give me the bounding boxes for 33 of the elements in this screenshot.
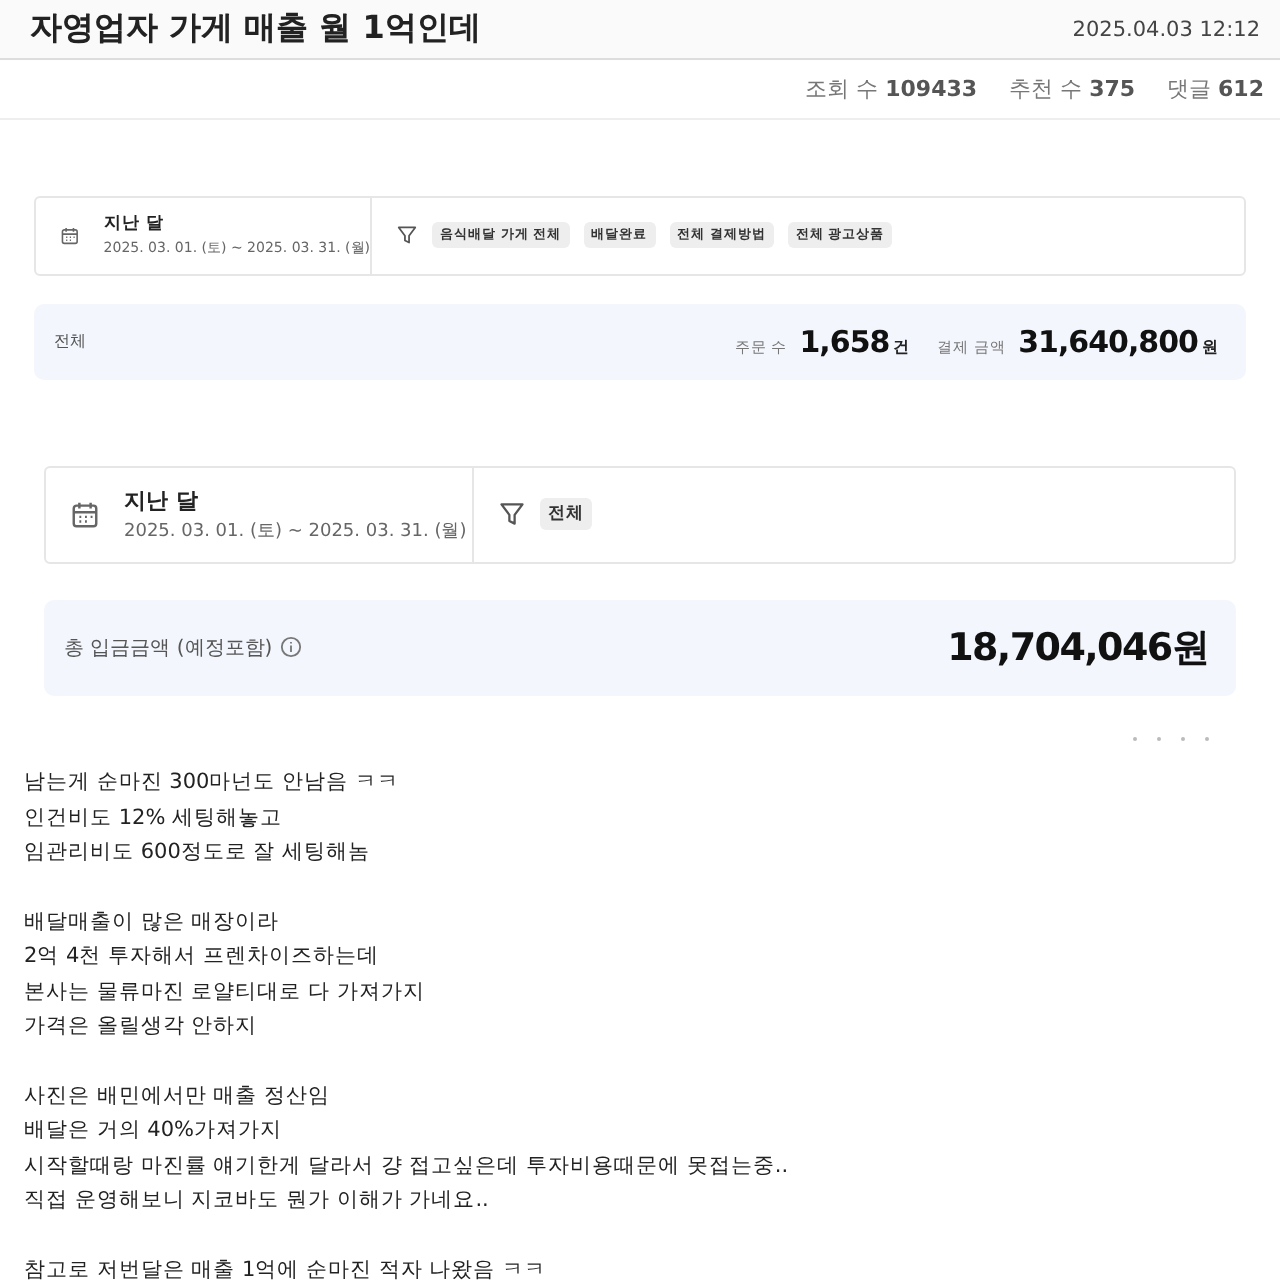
post-title: 자영업자 가게 매출 월 1억인데 bbox=[30, 8, 481, 51]
info-icon[interactable] bbox=[280, 636, 303, 659]
filter-chip[interactable]: 전체 bbox=[540, 498, 592, 531]
post-text-line: 임관리비도 600정도로 잘 세팅해놈 bbox=[24, 838, 373, 868]
filter-icon[interactable] bbox=[498, 500, 526, 529]
post-text-line: 남는게 순마진 300마넌도 안남음 ㅋㅋ bbox=[24, 768, 401, 798]
metric-value: 1,658 bbox=[799, 323, 890, 360]
post-stat: 추천 수 375 bbox=[1009, 74, 1136, 105]
metric-value: 31,640,800 bbox=[1018, 323, 1198, 360]
total-amount: 18,704,046원 bbox=[947, 623, 1208, 674]
post-text-line: 배달매출이 많은 매장이라 bbox=[24, 907, 282, 937]
post-text-line: 2억 4천 투자해서 프렌차이즈하는데 bbox=[24, 942, 381, 972]
period-label: 지난 달 bbox=[103, 212, 166, 237]
post-text-line: 인건비도 12% 세팅해놓고 bbox=[24, 803, 285, 833]
metric-unit: 건 bbox=[893, 335, 910, 358]
summary-label: 전체 bbox=[54, 330, 86, 353]
date-range: 2025. 03. 01. (토) ~ 2025. 03. 31. (월) bbox=[124, 519, 467, 544]
post-text-line: 본사는 물류마진 로얄티대로 다 가져가지 bbox=[24, 977, 427, 1007]
post-text-line: 배달은 거의 40%가져가지 bbox=[24, 1116, 285, 1146]
post-stat: 댓글 612 bbox=[1167, 74, 1264, 105]
calendar-icon bbox=[60, 223, 80, 248]
metric-unit: 원 bbox=[1202, 335, 1218, 358]
post-date: 2025.04.03 12:12 bbox=[1072, 17, 1260, 42]
post-text-line: 가격은 올릴생각 안하지 bbox=[24, 1012, 260, 1042]
post-stat: 조회 수 109433 bbox=[805, 74, 978, 105]
post-text-line: 사진은 배민에서만 매출 정산임 bbox=[24, 1081, 333, 1111]
post-text-line: 직접 운영해보니 지코바도 뭔가 이해가 가네요.. bbox=[24, 1186, 491, 1216]
calendar-icon bbox=[70, 499, 100, 530]
post-text-line: 시작할때랑 마진률 얘기한게 달라서 걍 접고싶은데 투자비용때문에 못접는중.. bbox=[24, 1151, 791, 1181]
total-label: 총 입금금액 (예정포함) bbox=[64, 635, 273, 662]
period-label: 지난 달 bbox=[124, 485, 200, 516]
post-text-line: 참고로 저번달은 매출 1억에 순마진 적자 나왔음 ㅋㅋ bbox=[24, 1255, 549, 1285]
filter-icon[interactable] bbox=[396, 224, 418, 247]
